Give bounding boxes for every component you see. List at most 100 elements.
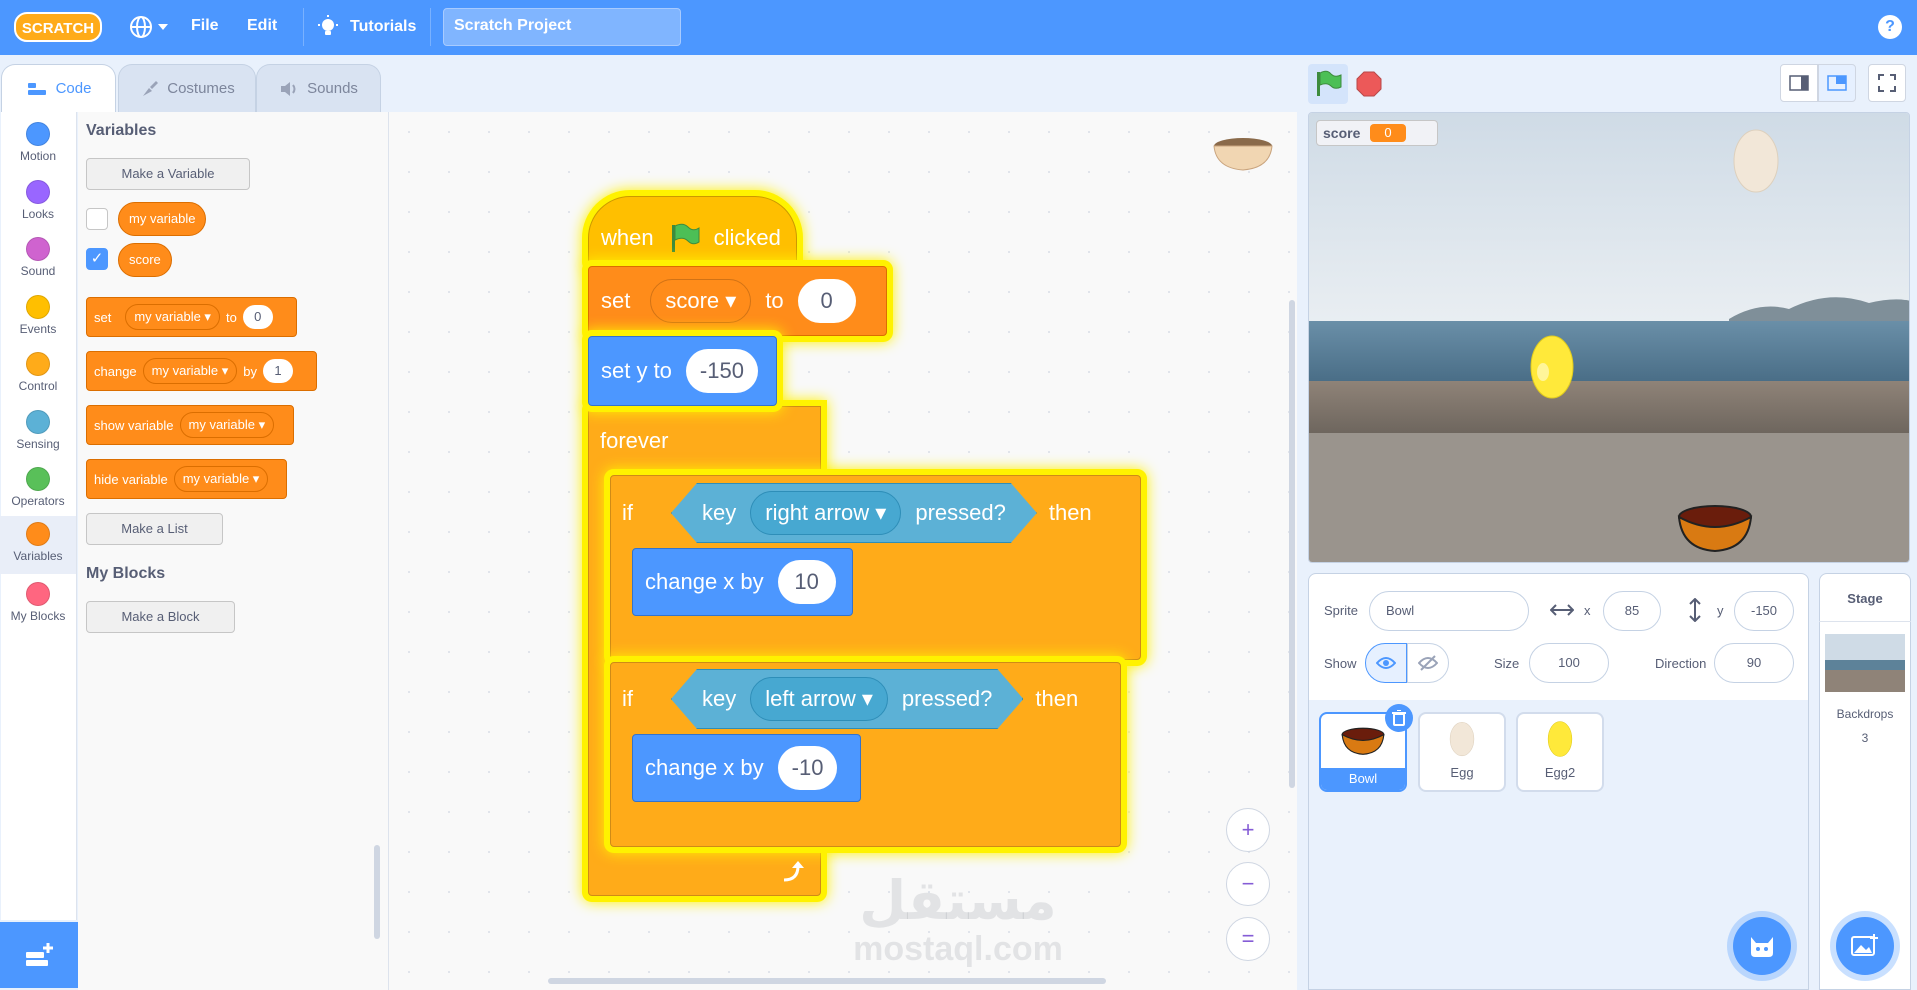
set-score-block[interactable]: set score ▾ to 0 [588,266,887,336]
paintbrush-icon [143,80,159,96]
add-sprite-button[interactable] [1733,917,1791,975]
zoom-in-button[interactable]: + [1226,808,1270,852]
hide-variable-block[interactable]: hide variable my variable ▾ [86,459,287,499]
image-icon [1851,934,1878,956]
category-my-blocks[interactable]: My Blocks [0,576,76,632]
my-variable-checkbox[interactable] [86,208,108,230]
value-input[interactable]: 0 [242,305,273,329]
show-sprite-button[interactable] [1365,643,1407,683]
help-icon[interactable]: ? [1878,15,1902,39]
category-control[interactable]: Control [0,346,76,402]
category-label: Sound [20,264,56,278]
hide-sprite-button[interactable] [1407,643,1449,683]
size-input[interactable]: 100 [1529,643,1609,683]
backdrop-thumbnail[interactable] [1825,634,1905,692]
project-title-input[interactable]: Scratch Project [443,8,681,46]
zoom-out-button[interactable]: − [1226,862,1270,906]
set-variable-block[interactable]: set my variable ▾ to 0 [86,297,297,337]
y-position-input[interactable]: -150 [1734,591,1794,631]
value-input[interactable]: 0 [797,279,856,323]
key-pressed-sensing-block[interactable]: key right arrow ▾ pressed? [671,483,1037,543]
vertical-arrows-icon [1689,598,1701,622]
block-text: set y to [601,358,672,383]
block-text: by [243,363,257,379]
small-stage-button[interactable] [1780,64,1818,102]
stage-pane-divider [1819,621,1911,622]
variable-dropdown[interactable]: my variable ▾ [142,358,238,384]
make-variable-button[interactable]: Make a Variable [86,158,250,190]
variable-dropdown[interactable]: my variable ▾ [125,304,220,330]
category-operators[interactable]: Operators [0,461,76,517]
flyout-scrollbar[interactable] [374,845,380,939]
green-flag-button[interactable] [1308,64,1348,104]
change-x-block-2[interactable]: change x by -10 [632,734,861,802]
language-menu-button[interactable] [128,13,172,41]
make-block-button[interactable]: Make a Block [86,601,235,633]
large-stage-button[interactable] [1818,64,1856,102]
globe-icon [130,16,168,38]
set-y-block[interactable]: set y to -150 [588,336,777,406]
tab-sounds[interactable]: Sounds [256,64,381,112]
tab-code[interactable]: Code [1,64,116,112]
egg2-sprite[interactable] [1529,334,1575,400]
tab-costumes[interactable]: Costumes [118,64,256,112]
block-text: pressed? [915,500,1006,525]
category-motion[interactable]: Motion [0,116,76,172]
value-input[interactable]: -150 [685,349,758,393]
stage-canvas[interactable] [1308,112,1910,563]
change-x-block-1[interactable]: change x by 10 [632,548,853,616]
my-variable-reporter[interactable]: my variable [118,202,207,236]
dropdown-value: right arrow [765,500,870,525]
block-text: hide variable [94,471,168,487]
variables-dot-icon [26,522,50,546]
file-menu[interactable]: File [191,17,219,35]
egg-thumbnail [1449,721,1475,757]
score-checkbox[interactable]: ✓ [86,248,108,270]
category-looks[interactable]: Looks [0,174,76,230]
egg-sprite[interactable] [1732,128,1780,194]
x-position-input[interactable]: 85 [1603,591,1661,631]
score-reporter[interactable]: score [118,243,172,277]
zoom-reset-button[interactable]: = [1226,917,1270,961]
category-sound[interactable]: Sound [0,231,76,287]
variable-dropdown[interactable]: my variable ▾ [173,466,269,492]
scratch-logo[interactable]: SCRATCH [14,10,102,44]
add-backdrop-button[interactable] [1836,917,1894,975]
bowl-sprite[interactable] [1677,503,1753,553]
show-variable-block[interactable]: show variable my variable ▾ [86,405,294,445]
fullscreen-button[interactable] [1868,64,1906,102]
value-input[interactable]: -10 [777,746,838,790]
category-variables[interactable]: Variables [0,516,76,574]
tutorials-button[interactable]: Tutorials [314,12,416,42]
score-monitor[interactable]: score 0 [1316,120,1438,146]
block-text: pressed? [901,686,993,711]
category-events[interactable]: Events [0,289,76,345]
category-sensing[interactable]: Sensing [0,404,76,460]
make-list-button[interactable]: Make a List [86,513,223,545]
workspace-vertical-scrollbar[interactable] [1289,300,1295,788]
if-right-arrow-block[interactable]: if key right arrow ▾ pressed? then [610,478,1141,548]
key-dropdown[interactable]: left arrow ▾ [750,677,888,721]
stop-button[interactable] [1349,64,1389,104]
value-input[interactable]: 10 [777,560,836,604]
add-extension-button[interactable] [0,922,78,988]
workspace-horizontal-scrollbar[interactable] [548,978,1106,984]
tab-sounds-label: Sounds [307,80,358,97]
if-left-arrow-block[interactable]: if key left arrow ▾ pressed? then [610,664,1121,734]
sprite-thumb-egg[interactable]: Egg [1418,712,1506,792]
block-text: clicked [713,225,781,250]
delete-sprite-button[interactable] [1385,704,1413,732]
variable-dropdown[interactable]: score ▾ [650,279,752,323]
key-dropdown[interactable]: right arrow ▾ [750,491,901,535]
key-pressed-sensing-block[interactable]: key left arrow ▾ pressed? [671,669,1023,729]
fullscreen-icon [1878,74,1896,92]
edit-menu[interactable]: Edit [247,17,277,35]
sprite-name-input[interactable]: Bowl [1369,591,1529,631]
change-variable-block[interactable]: change my variable ▾ by 1 [86,351,317,391]
direction-input[interactable]: 90 [1714,643,1794,683]
variable-dropdown[interactable]: my variable ▾ [179,412,275,438]
category-label: Looks [21,207,55,221]
sprite-thumb-egg2[interactable]: Egg2 [1516,712,1604,792]
when-flag-clicked-block[interactable]: when clicked [588,196,797,266]
value-input[interactable]: 1 [263,359,293,383]
